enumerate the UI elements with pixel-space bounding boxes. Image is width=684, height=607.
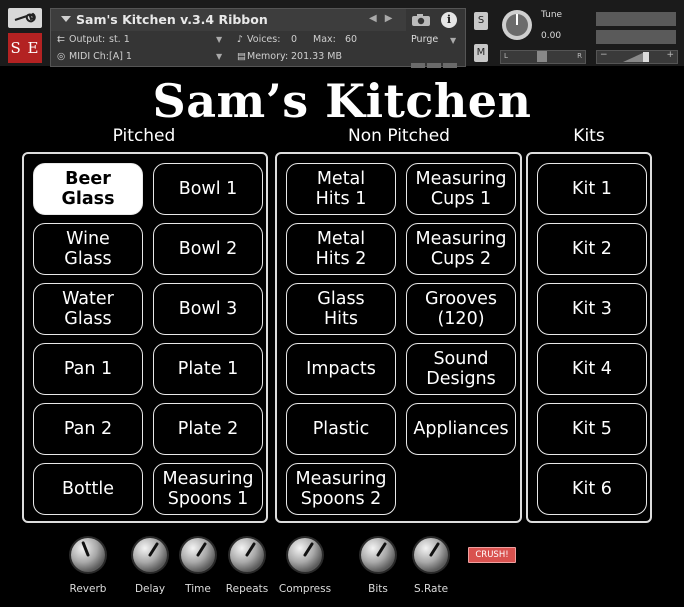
output-label: Output:	[69, 34, 106, 45]
midi-value[interactable]: [A] 1	[109, 51, 132, 62]
mute-button[interactable]: M	[474, 44, 488, 62]
cpu-meters	[411, 53, 461, 68]
collapse-arrow-icon[interactable]	[61, 16, 71, 22]
output-icon: ⇇	[57, 34, 65, 45]
output-dropdown-icon[interactable]: ▼	[216, 35, 222, 44]
purge-button[interactable]: Purge	[411, 34, 438, 45]
knob-reverb[interactable]	[68, 535, 108, 575]
pad-measuring-spoons-2[interactable]: Measuring Spoons 2	[286, 463, 396, 515]
pad-bowl-3[interactable]: Bowl 3	[153, 283, 263, 335]
pad-metal-hits-1[interactable]: Metal Hits 1	[286, 163, 396, 215]
pan-right-label: R	[577, 52, 582, 60]
tune-value[interactable]: 0.00	[541, 31, 561, 41]
instrument-name[interactable]: Sam's Kitchen v.3.4 Ribbon	[76, 12, 268, 27]
pad-measuring-cups-2[interactable]: Measuring Cups 2	[406, 223, 516, 275]
pan-slider[interactable]: L R	[500, 50, 586, 64]
pad-kit-4[interactable]: Kit 4	[537, 343, 647, 395]
pad-beer-glass[interactable]: Beer Glass	[33, 163, 143, 215]
knob-label-reverb: Reverb	[69, 583, 107, 595]
pad-wine-glass[interactable]: Wine Glass	[33, 223, 143, 275]
pad-kit-1[interactable]: Kit 1	[537, 163, 647, 215]
pad-bowl-2[interactable]: Bowl 2	[153, 223, 263, 275]
midi-dropdown-icon[interactable]: ▼	[216, 52, 222, 61]
voices-value: 0	[291, 34, 298, 45]
info-icon[interactable]: i	[441, 12, 457, 28]
pitched-title: Pitched	[112, 126, 176, 146]
brand-title: Sam’s Kitchen	[152, 74, 532, 128]
wrench-icon	[14, 12, 36, 23]
knob-repeats[interactable]	[227, 535, 267, 575]
instrument-header-panel: Sam's Kitchen v.3.4 Ribbon ◀▶ i ⇇ Output…	[50, 8, 466, 68]
tune-label: Tune	[541, 10, 563, 20]
non-pitched-section: Metal Hits 1 Measuring Cups 1 Metal Hits 2…	[275, 152, 522, 523]
pad-impacts[interactable]: Impacts	[286, 343, 396, 395]
volume-slider[interactable]: − +	[596, 50, 678, 64]
pad-grooves-120[interactable]: Grooves (120)	[406, 283, 516, 335]
pad-plate-1[interactable]: Plate 1	[153, 343, 263, 395]
memory-label: Memory:	[247, 51, 289, 62]
midi-icon: ◎	[57, 51, 66, 62]
camera-icon[interactable]	[409, 12, 433, 28]
tune-knob[interactable]	[500, 8, 534, 42]
pad-metal-hits-2[interactable]: Metal Hits 2	[286, 223, 396, 275]
volume-ramp-icon	[623, 52, 645, 62]
crush-button[interactable]: CRUSH!	[468, 547, 516, 563]
pad-kit-2[interactable]: Kit 2	[537, 223, 647, 275]
pad-sound-designs[interactable]: Sound Designs	[406, 343, 516, 395]
volume-plus-icon: +	[666, 50, 674, 60]
level-meter-left	[596, 12, 676, 26]
volume-minus-icon: −	[600, 50, 608, 60]
se-logo: S E	[8, 33, 42, 63]
non-pitched-title: Non Pitched	[348, 126, 450, 146]
purge-dropdown-icon[interactable]: ▼	[450, 36, 456, 45]
pad-pan-2[interactable]: Pan 2	[33, 403, 143, 455]
memory-value: 201.33 MB	[291, 51, 342, 62]
knob-compress[interactable]	[285, 535, 325, 575]
pad-measuring-cups-1[interactable]: Measuring Cups 1	[406, 163, 516, 215]
pan-handle[interactable]	[537, 51, 547, 62]
knob-s-rate[interactable]	[411, 535, 451, 575]
pad-measuring-spoons-1[interactable]: Measuring Spoons 1	[153, 463, 263, 515]
pad-water-glass[interactable]: Water Glass	[33, 283, 143, 335]
volume-handle[interactable]	[643, 52, 649, 62]
pad-plate-2[interactable]: Plate 2	[153, 403, 263, 455]
max-label: Max:	[313, 34, 336, 45]
knob-label-compress: Compress	[278, 583, 332, 595]
pad-appliances[interactable]: Appliances	[406, 403, 516, 455]
pan-left-label: L	[504, 52, 508, 60]
midi-label: MIDI Ch:	[69, 51, 109, 62]
pad-kit-3[interactable]: Kit 3	[537, 283, 647, 335]
pad-plastic[interactable]: Plastic	[286, 403, 396, 455]
title-row: Sam's Kitchen v.3.4 Ribbon ◀▶	[51, 9, 406, 31]
solo-button[interactable]: S	[474, 12, 488, 30]
knob-delay[interactable]	[130, 535, 170, 575]
pad-bowl-1[interactable]: Bowl 1	[153, 163, 263, 215]
kits-title: Kits	[573, 126, 605, 146]
kits-section: Kit 1 Kit 2 Kit 3 Kit 4 Kit 5 Kit 6	[526, 152, 652, 523]
voices-label: Voices:	[247, 34, 281, 45]
level-meter-right	[596, 30, 676, 44]
kontakt-header: S E Sam's Kitchen v.3.4 Ribbon ◀▶ i ⇇ Ou…	[0, 0, 684, 68]
output-value[interactable]: st. 1	[109, 34, 130, 45]
pad-kit-6[interactable]: Kit 6	[537, 463, 647, 515]
preset-nav-arrows[interactable]: ◀▶	[369, 13, 400, 24]
max-value[interactable]: 60	[345, 34, 357, 45]
wrench-button[interactable]	[8, 8, 42, 28]
knob-bits[interactable]	[358, 535, 398, 575]
pad-kit-5[interactable]: Kit 5	[537, 403, 647, 455]
voices-icon: ♪	[237, 34, 244, 45]
knob-label-s-rate: S.Rate	[413, 583, 449, 595]
pad-glass-hits[interactable]: Glass Hits	[286, 283, 396, 335]
memory-icon: ▤	[237, 51, 246, 62]
knob-time[interactable]	[178, 535, 218, 575]
pad-bottle[interactable]: Bottle	[33, 463, 143, 515]
pitched-section: Beer Glass Bowl 1 Wine Glass Bowl 2 Water Gl…	[22, 152, 268, 523]
pad-pan-1[interactable]: Pan 1	[33, 343, 143, 395]
